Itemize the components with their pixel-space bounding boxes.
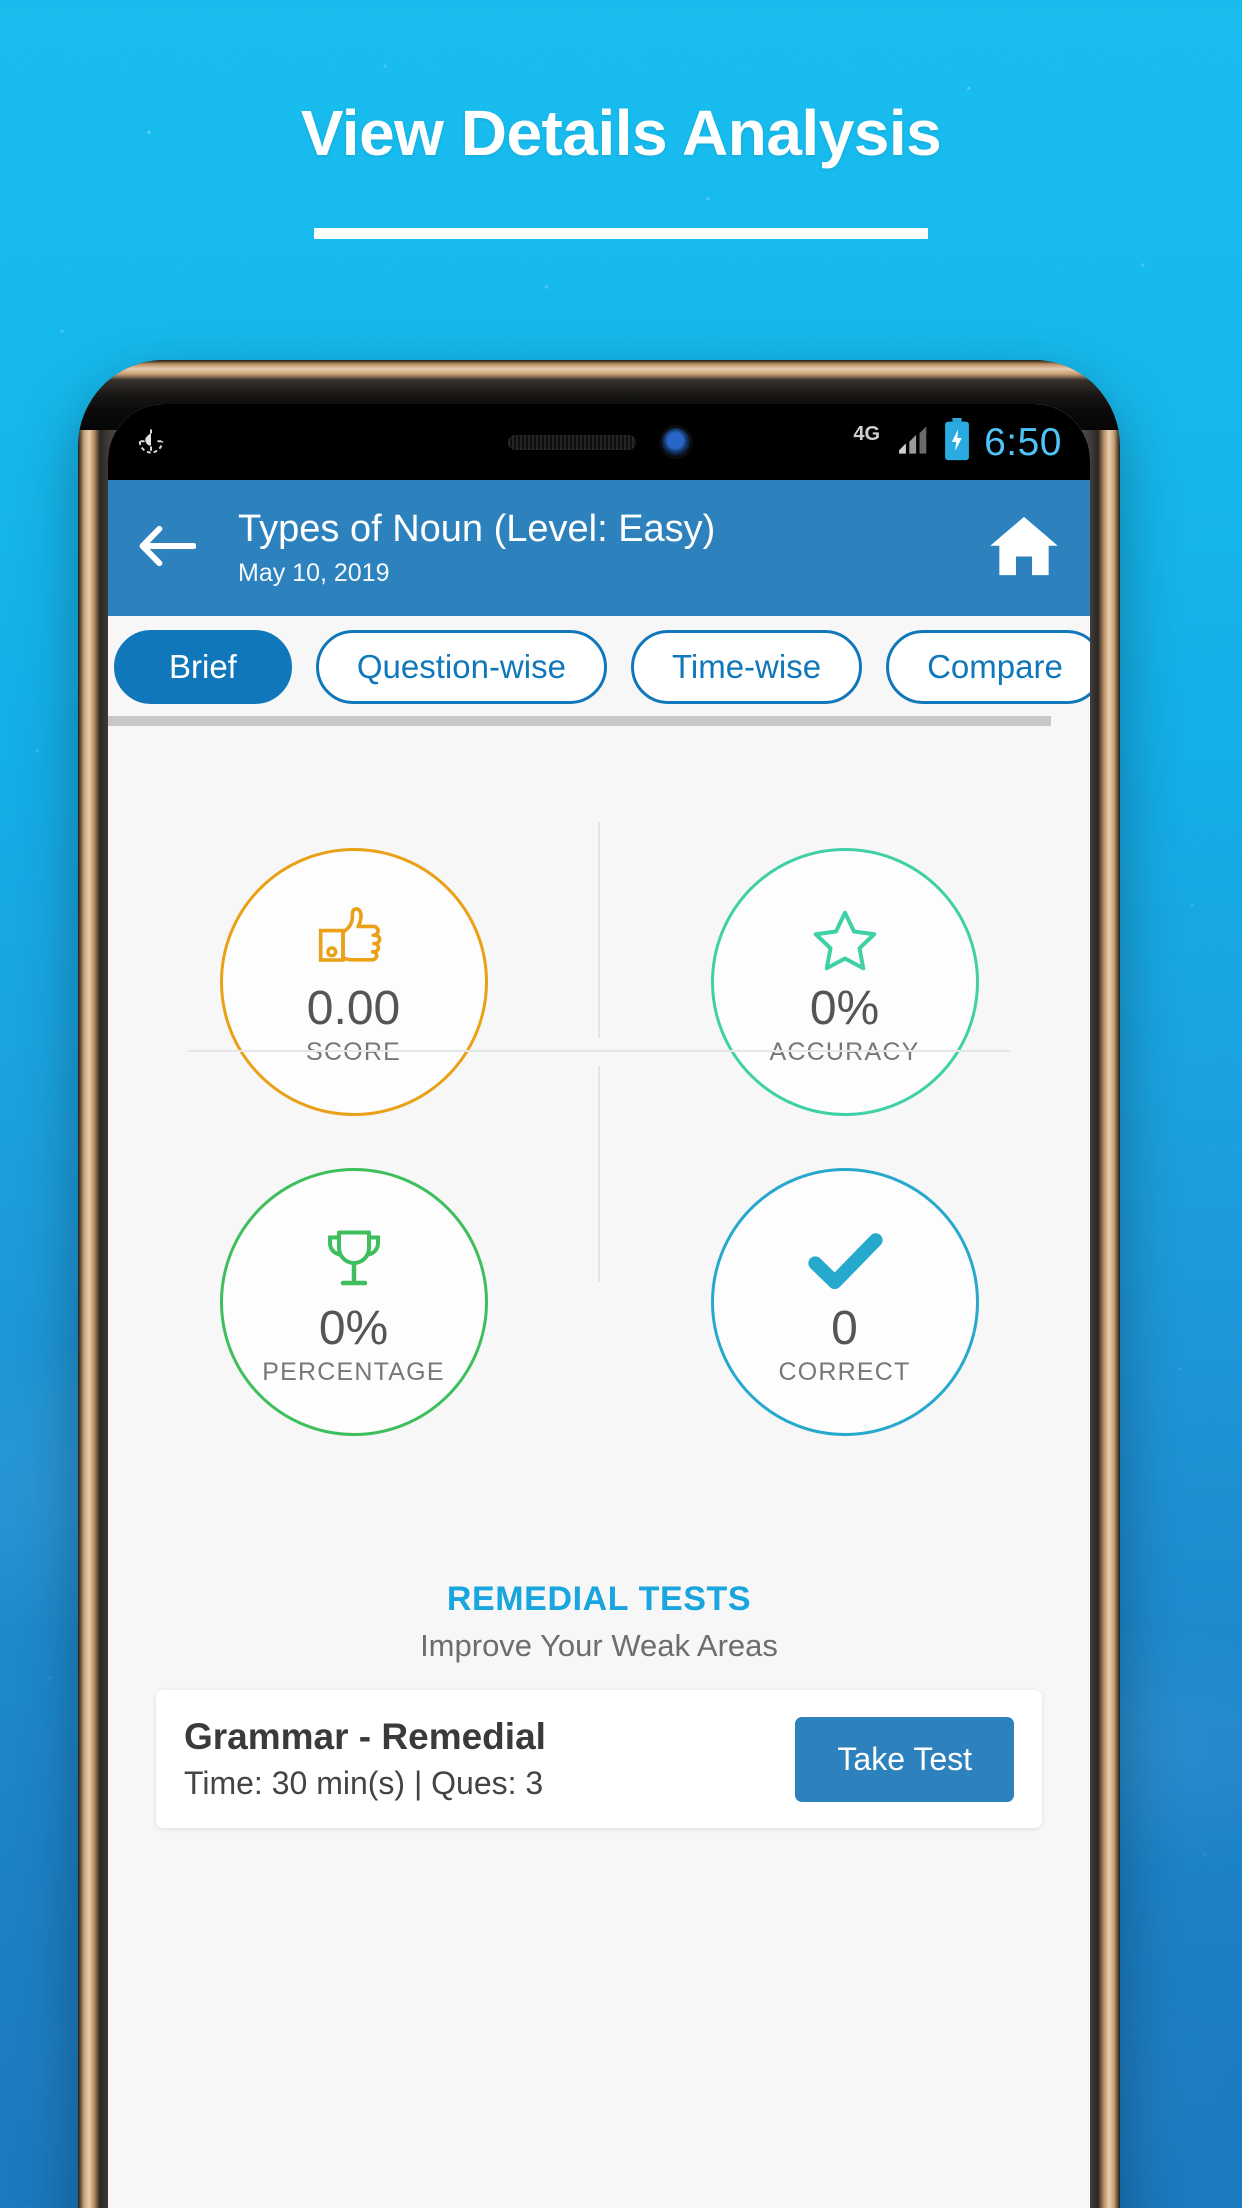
signal-bars-icon [892, 423, 930, 462]
tab-bar: Brief Question-wise Time-wise Compare [108, 616, 1090, 726]
stat-label-accuracy: ACCURACY [769, 1037, 920, 1066]
remedial-title: REMEDIAL TESTS [446, 1580, 752, 1618]
stats-grid: 0.00 SCORE 0% ACCURACY 0% PERCENTAGE 0 C… [108, 726, 1090, 1462]
brief-content: 0.00 SCORE 0% ACCURACY 0% PERCENTAGE 0 C… [108, 726, 1090, 2208]
app-bar: Types of Noun (Level: Easy) May 10, 2019 [108, 480, 1090, 616]
phone-screen: 4G 6:50 Types of Noun (Level: Easy) May … [108, 404, 1090, 2208]
stat-cell-percentage: 0% PERCENTAGE [108, 1142, 599, 1462]
check-icon [806, 1217, 884, 1295]
stats-vertical-divider-top [598, 822, 600, 1038]
stat-label-score: SCORE [306, 1037, 401, 1066]
status-bar-clock: 6:50 [984, 420, 1062, 464]
stat-circle-correct: 0 CORRECT [710, 1168, 979, 1436]
stats-horizontal-divider [188, 1050, 1010, 1052]
remedial-test-name: Grammar - Remedial [184, 1716, 546, 1757]
remedial-subtitle: Improve Your Weak Areas [420, 1628, 778, 1663]
take-test-button[interactable]: Take Test [795, 1716, 1014, 1802]
promo-header: View Details Analysis [0, 96, 1242, 239]
promo-divider [314, 228, 928, 239]
status-bar: 4G 6:50 [108, 404, 1090, 480]
stat-value-score: 0.00 [306, 982, 401, 1036]
thumbs-up-icon [315, 897, 393, 975]
battery-charging-icon [942, 417, 972, 467]
tab-time-wise[interactable]: Time-wise [630, 630, 863, 704]
network-type-label: 4G [853, 423, 881, 445]
stat-label-correct: CORRECT [778, 1357, 911, 1386]
stats-vertical-divider-bottom [598, 1066, 600, 1282]
stat-cell-score: 0.00 SCORE [108, 822, 599, 1142]
tab-scroll-indicator[interactable] [108, 716, 1051, 726]
star-icon [810, 897, 880, 975]
remedial-tests-section: REMEDIAL TESTS Improve Your Weak Areas G… [108, 1462, 1090, 1828]
stat-value-correct: 0 [831, 1302, 858, 1356]
trophy-icon [319, 1217, 389, 1295]
page-date: May 10, 2019 [238, 558, 390, 587]
earpiece-speaker-icon [508, 434, 636, 450]
phone-mockup: 4G 6:50 Types of Noun (Level: Easy) May … [78, 360, 1120, 2208]
tab-question-wise[interactable]: Question-wise [315, 630, 607, 704]
remedial-test-card[interactable]: Grammar - Remedial Time: 30 min(s) | Que… [156, 1690, 1042, 1828]
remedial-test-info: Grammar - Remedial Time: 30 min(s) | Que… [184, 1716, 546, 1802]
stat-circle-score: 0.00 SCORE [219, 848, 488, 1116]
stat-cell-correct: 0 CORRECT [599, 1142, 1090, 1462]
tab-compare[interactable]: Compare [886, 630, 1090, 704]
phone-notch [434, 404, 764, 480]
stat-value-accuracy: 0% [809, 982, 880, 1036]
home-icon[interactable] [988, 514, 1060, 583]
tab-brief[interactable]: Brief [114, 630, 292, 704]
stat-circle-accuracy: 0% ACCURACY [710, 848, 979, 1116]
back-arrow-icon[interactable] [138, 525, 197, 572]
eye-care-icon [136, 425, 166, 460]
page-title: Types of Noun (Level: Easy) [238, 508, 716, 551]
stat-label-percentage: PERCENTAGE [262, 1357, 445, 1386]
remedial-test-meta: Time: 30 min(s) | Ques: 3 [184, 1765, 544, 1801]
front-camera-icon [662, 428, 690, 456]
stat-value-percentage: 0% [318, 1302, 389, 1356]
tab-list[interactable]: Brief Question-wise Time-wise Compare [108, 630, 1090, 704]
promo-title: View Details Analysis [300, 97, 942, 169]
stat-circle-percentage: 0% PERCENTAGE [219, 1168, 488, 1436]
stat-cell-accuracy: 0% ACCURACY [599, 822, 1090, 1142]
